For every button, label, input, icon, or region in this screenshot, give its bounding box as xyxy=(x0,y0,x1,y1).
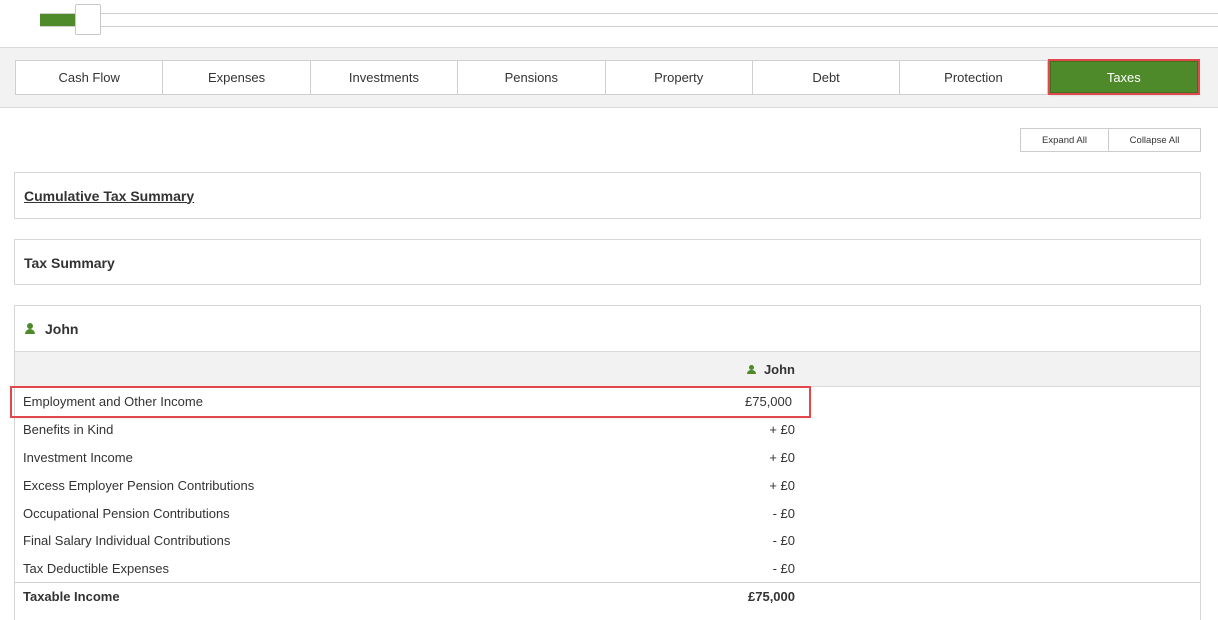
column-header-name: John xyxy=(763,362,795,377)
row-label: Tax Deductible Expenses xyxy=(23,561,169,576)
row-label: Excess Employer Pension Contributions xyxy=(23,478,255,493)
table-row-employment-income: Employment and Other Income £75,000 xyxy=(10,386,811,418)
total-label: Taxable Income xyxy=(23,589,120,604)
row-label: Occupational Pension Contributions xyxy=(23,506,230,521)
tab-investments[interactable]: Investments xyxy=(309,60,459,95)
row-value: + £0 xyxy=(769,478,795,493)
table-row-total: Taxable Income £75,000 xyxy=(15,582,1200,610)
row-label: Investment Income xyxy=(23,450,133,465)
table-row: Occupational Pension Contributions - £0 xyxy=(15,500,1200,528)
person-panel-header[interactable]: John xyxy=(15,306,1200,351)
timeline-slider-area xyxy=(0,0,1218,48)
row-label: Final Salary Individual Contributions xyxy=(23,533,231,548)
cumulative-tax-summary-panel: Cumulative Tax Summary xyxy=(14,172,1201,219)
tax-summary-panel: Tax Summary xyxy=(14,239,1201,285)
tab-debt[interactable]: Debt xyxy=(751,60,901,95)
tab-pensions[interactable]: Pensions xyxy=(457,60,606,95)
table-row: Benefits in Kind + £0 xyxy=(15,416,1200,444)
row-value: - £0 xyxy=(772,561,795,576)
expand-all-button[interactable]: Expand All xyxy=(1020,128,1109,152)
table-row: Excess Employer Pension Contributions + … xyxy=(15,472,1200,500)
row-value: - £0 xyxy=(772,533,795,548)
person-icon xyxy=(746,364,756,375)
collapse-all-button[interactable]: Collapse All xyxy=(1108,128,1201,152)
tab-bar: Cash Flow Expenses Investments Pensions … xyxy=(0,48,1218,108)
row-value: + £0 xyxy=(769,450,795,465)
table-column-header: John xyxy=(15,351,1200,387)
row-value: £75,000 xyxy=(745,394,792,409)
total-value: £75,000 xyxy=(748,589,795,604)
person-icon xyxy=(24,322,36,335)
slider-handle[interactable] xyxy=(75,4,101,35)
slider-fill xyxy=(40,14,76,26)
tab-taxes[interactable]: Taxes xyxy=(1047,59,1201,95)
tax-summary-header[interactable]: Tax Summary xyxy=(15,240,1200,285)
tab-property[interactable]: Property xyxy=(604,60,753,95)
table-row: Final Salary Individual Contributions - … xyxy=(15,527,1200,555)
cumulative-tax-summary-header[interactable]: Cumulative Tax Summary xyxy=(15,173,1200,218)
table-row: Tax Deductible Expenses - £0 xyxy=(15,555,1200,583)
person-tax-panel: John John Employment and Other Income £7… xyxy=(10,305,1201,620)
row-value: + £0 xyxy=(769,422,795,437)
tab-expenses[interactable]: Expenses xyxy=(162,60,311,95)
row-label: Benefits in Kind xyxy=(23,422,114,437)
person-panel-title: John xyxy=(45,320,79,337)
row-label: Employment and Other Income xyxy=(23,394,203,409)
tab-protection[interactable]: Protection xyxy=(899,60,1048,95)
slider-track[interactable] xyxy=(40,13,1218,27)
expand-collapse-group: Expand All Collapse All xyxy=(1020,128,1201,152)
table-row: Investment Income + £0 xyxy=(15,444,1200,472)
row-value: - £0 xyxy=(772,506,795,521)
tab-cash-flow[interactable]: Cash Flow xyxy=(15,60,164,95)
